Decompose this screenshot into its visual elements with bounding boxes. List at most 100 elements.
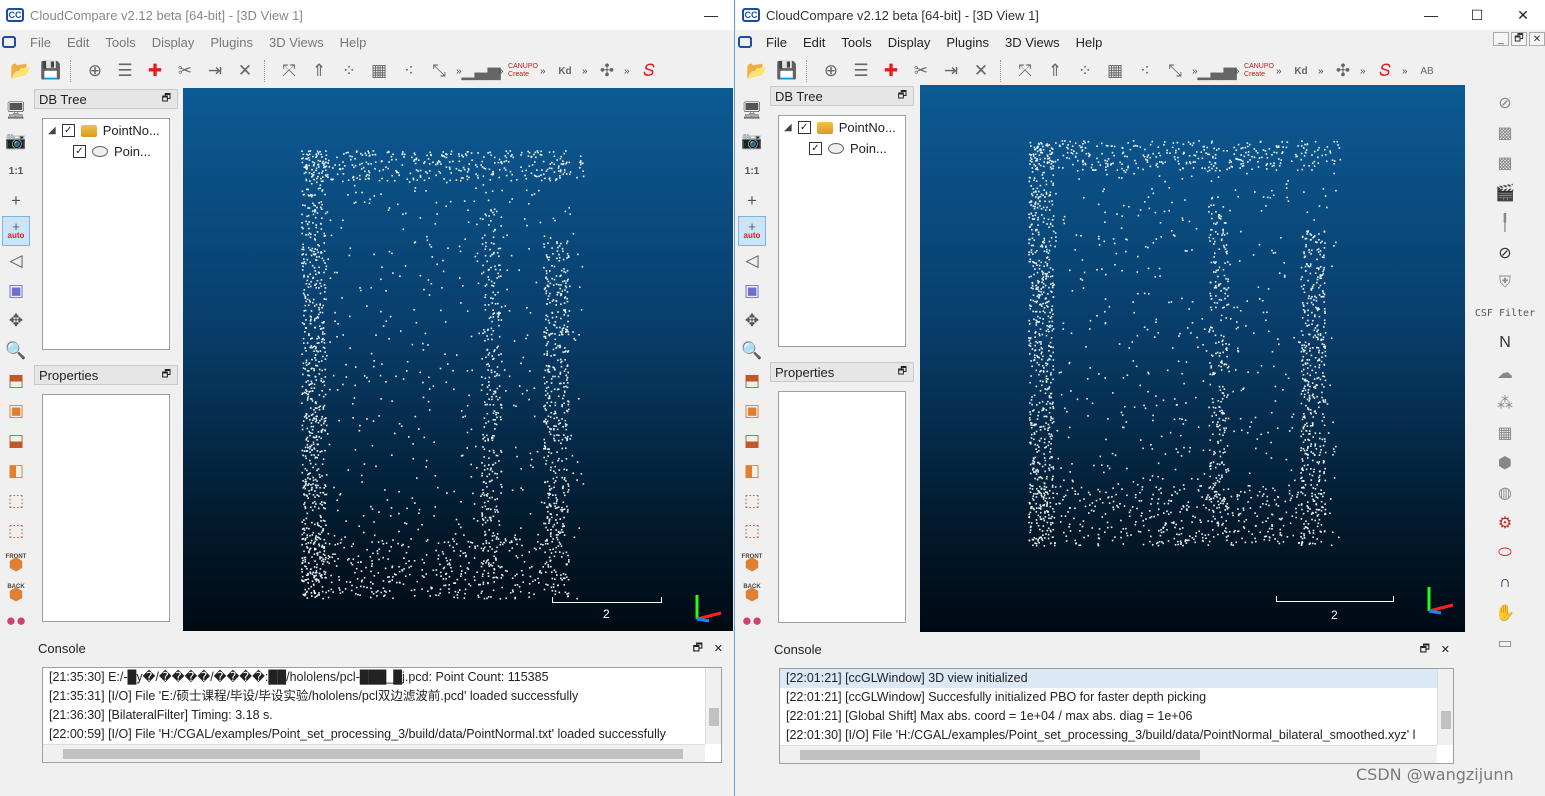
screen-icon[interactable]: 🖥 (2, 96, 30, 126)
hand-icon[interactable]: ✋ (1488, 598, 1522, 628)
toolbar-overflow-icon[interactable]: » (624, 66, 632, 77)
menu-file[interactable]: File (22, 35, 59, 50)
sample-icon[interactable]: ⁘ (1072, 58, 1098, 84)
mdi-minimize-button[interactable]: _ (1493, 32, 1509, 46)
toolbar-overflow-icon[interactable]: » (582, 66, 590, 77)
translate-icon[interactable]: ⤧ (276, 58, 302, 84)
view-front-icon[interactable]: ▣ (738, 396, 766, 426)
merge-icon[interactable]: ⇥ (202, 58, 228, 84)
view-front-icon[interactable]: ▣ (2, 396, 30, 426)
segment-icon[interactable]: ✂ (172, 58, 198, 84)
add-point-icon[interactable]: ✚ (142, 58, 168, 84)
label-icon[interactable]: AB (1414, 58, 1440, 84)
hpr-icon[interactable]: ☁ (1488, 358, 1522, 388)
console-vertical-scrollbar[interactable] (705, 668, 721, 744)
move-icon[interactable]: ✥ (738, 306, 766, 336)
close-icon[interactable]: ✕ (714, 642, 723, 655)
gear-icon[interactable]: ⚙ (1488, 508, 1522, 538)
minimize-button[interactable]: — (1408, 0, 1454, 30)
menu-tools[interactable]: Tools (833, 35, 879, 50)
menu-help[interactable]: Help (332, 35, 375, 50)
scale-icon[interactable]: ⤡ (1162, 58, 1188, 84)
checkbox-icon[interactable]: ✓ (61, 124, 75, 137)
checkbox-icon[interactable]: ✓ (797, 121, 811, 134)
menu-file[interactable]: File (758, 35, 795, 50)
expand-icon[interactable]: ◢ (784, 122, 792, 133)
toolbar-overflow-icon[interactable]: » (1276, 66, 1284, 77)
camera-icon[interactable]: 📷 (738, 126, 766, 156)
edl-icon[interactable]: ▩ (1488, 118, 1522, 148)
kd-icon[interactable]: Kd (1288, 58, 1314, 84)
save-icon[interactable]: 💾 (774, 58, 800, 84)
open-icon[interactable]: 📂 (744, 58, 770, 84)
perspective-icon[interactable]: ◁ (2, 246, 30, 276)
close-icon[interactable]: ✕ (1441, 643, 1450, 656)
curve-icon[interactable]: 𝑆 (1372, 58, 1398, 84)
cube-view-icon[interactable]: ▣ (2, 276, 30, 306)
stereo-icon[interactable]: ●● (738, 606, 766, 636)
view-bottom-icon[interactable]: ⬚ (2, 486, 30, 516)
hexagon-icon[interactable]: ⬢ (1488, 448, 1522, 478)
view-bottom-icon[interactable]: ⬚ (738, 486, 766, 516)
3d-view[interactable]: 2 (183, 88, 733, 631)
histogram-icon[interactable]: ▁▃▅ (1197, 58, 1236, 84)
view-right-icon[interactable]: ◧ (738, 456, 766, 486)
pick-rotation-icon[interactable]: ⊕ (818, 58, 844, 84)
one-to-one-button[interactable]: 1:1 (738, 156, 766, 186)
compass-icon[interactable]: ⊘ (1488, 238, 1522, 268)
toolbar-overflow-icon[interactable]: » (498, 66, 506, 77)
menu-edit[interactable]: Edit (59, 35, 97, 50)
canupo-icon[interactable]: CANUPO Create (1244, 58, 1274, 84)
stereo-icon[interactable]: ●● (2, 606, 30, 636)
toolbar-overflow-icon[interactable]: » (1234, 66, 1242, 77)
toolbar-overflow-icon[interactable]: » (540, 66, 548, 77)
translate-icon[interactable]: ⤧ (1012, 58, 1038, 84)
mdi-restore-button[interactable]: 🗗 (1511, 32, 1527, 46)
undock-icon[interactable]: 🗗 (693, 639, 703, 658)
view-back-icon[interactable]: ⬚ (738, 516, 766, 546)
subsample-icon[interactable]: ▦ (1102, 58, 1128, 84)
forbidden-icon[interactable]: ⊘ (1488, 88, 1522, 118)
console-horizontal-scrollbar[interactable] (780, 745, 1437, 763)
normal-icon[interactable]: ⇑ (1042, 58, 1068, 84)
zoom-icon[interactable]: 🔍 (738, 336, 766, 366)
close-button[interactable]: ✕ (1500, 0, 1545, 30)
list-icon[interactable]: ☰ (848, 58, 874, 84)
menu-plugins[interactable]: Plugins (938, 35, 997, 50)
pcv-icon[interactable]: ▦ (1488, 418, 1522, 448)
puzzle-icon[interactable]: ✣ (1330, 58, 1356, 84)
undock-icon[interactable]: 🗗 (162, 91, 171, 108)
animation-icon[interactable]: 🎬 (1488, 178, 1522, 208)
save-icon[interactable]: 💾 (38, 58, 64, 84)
menu-tools[interactable]: Tools (97, 35, 143, 50)
auto-pivot-button[interactable]: + auto (2, 216, 30, 246)
front-iso-button[interactable]: FRONT ⬢ (738, 546, 766, 576)
view-top-icon[interactable]: ⬒ (738, 366, 766, 396)
expand-icon[interactable]: ◢ (48, 125, 56, 136)
toolbar-overflow-icon[interactable]: » (1360, 66, 1368, 77)
m3c2-icon[interactable]: ⁂ (1488, 388, 1522, 418)
auto-pivot-button[interactable]: + auto (738, 216, 766, 246)
list-icon[interactable]: ☰ (112, 58, 138, 84)
menu-display[interactable]: Display (880, 35, 939, 50)
menu-plugins[interactable]: Plugins (202, 35, 261, 50)
ruler-icon[interactable]: ▭ (1488, 628, 1522, 658)
normal-icon[interactable]: ⇑ (306, 58, 332, 84)
maximize-button[interactable]: ☐ (1454, 0, 1500, 30)
screen-icon[interactable]: 🖥 (738, 96, 766, 126)
undock-icon[interactable]: 🗗 (898, 364, 907, 381)
crosshair-icon[interactable]: + (2, 186, 30, 216)
console-horizontal-scrollbar[interactable] (43, 744, 705, 762)
scale-icon[interactable]: ⤡ (426, 58, 452, 84)
open-icon[interactable]: 📂 (8, 58, 34, 84)
histogram-icon[interactable]: ▁▃▅ (461, 58, 500, 84)
menu-display[interactable]: Display (144, 35, 203, 50)
undock-icon[interactable]: 🗗 (162, 367, 171, 384)
minimize-button[interactable]: — (688, 0, 734, 30)
magnet-icon[interactable]: ∩ (1488, 568, 1522, 598)
rsd-icon[interactable]: ◍ (1488, 478, 1522, 508)
cube-view-icon[interactable]: ▣ (738, 276, 766, 306)
front-iso-button[interactable]: FRONT ⬢ (2, 546, 30, 576)
canupo-icon[interactable]: CANUPO Create (508, 58, 538, 84)
tree-item-parent[interactable]: ◢ ✓ PointNo... (48, 123, 160, 138)
